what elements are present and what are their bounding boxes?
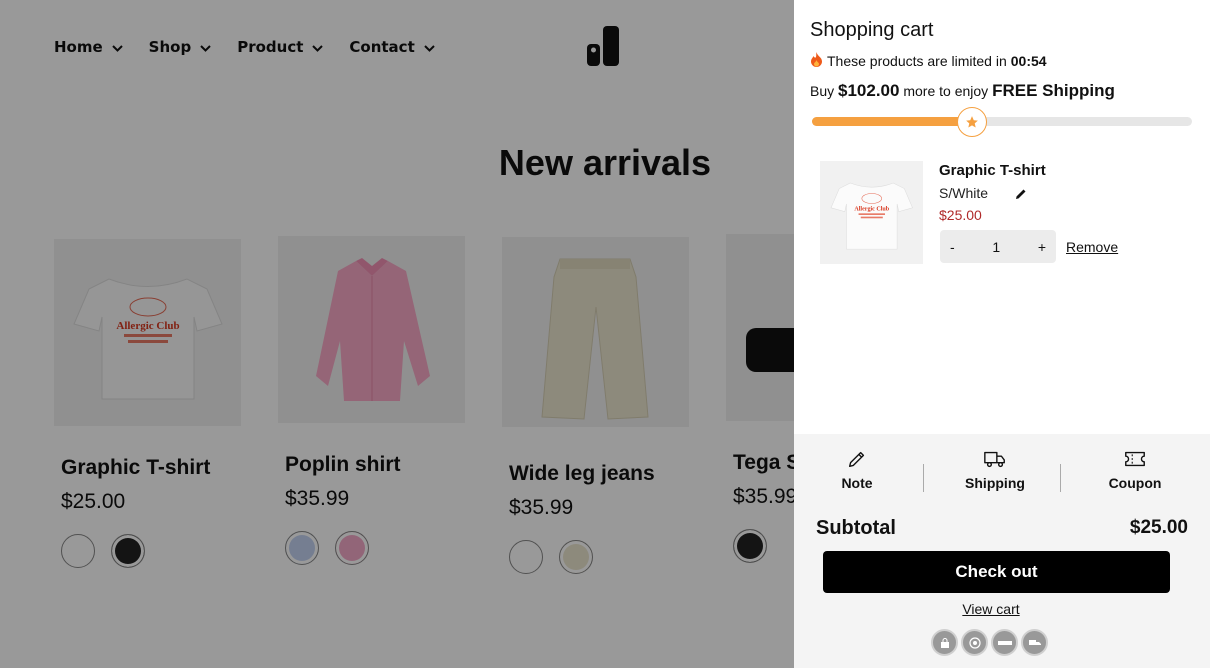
quantity-value[interactable]: 1 (992, 239, 1000, 255)
note-button[interactable]: Note (802, 448, 912, 491)
note-label: Note (841, 475, 873, 491)
cart-drawer: Shopping cart These products are limited… (794, 0, 1210, 668)
view-cart-link[interactable]: View cart (794, 601, 1188, 617)
divider (923, 464, 924, 492)
fire-icon (810, 52, 823, 70)
ticket-icon (1080, 448, 1190, 470)
free-shipping-badge-icon (1021, 629, 1048, 656)
svg-text:Allergic Club: Allergic Club (854, 207, 889, 213)
cart-footer: Note Shipping Coupon Subtotal $25.00 Che… (794, 434, 1210, 668)
page-overlay[interactable] (0, 0, 794, 668)
cart-item: Allergic Club Graphic T-shirt S/White $2… (820, 161, 1190, 265)
remaining-amount: $102.00 (838, 81, 900, 100)
buy-prefix: Buy (810, 83, 835, 99)
countdown-timer: 00:54 (1010, 53, 1047, 69)
trust-badges (931, 629, 1048, 656)
pencil-edit-icon[interactable] (1015, 187, 1027, 205)
truck-icon (940, 448, 1050, 470)
cart-item-name[interactable]: Graphic T-shirt (939, 162, 1046, 179)
subtotal-value: $25.00 (1129, 517, 1188, 538)
cart-item-variant: S/White (939, 185, 989, 201)
cart-title: Shopping cart (810, 19, 934, 41)
coupon-label: Coupon (1108, 475, 1162, 491)
buy-middle: more to enjoy (903, 83, 989, 99)
cart-item-image[interactable]: Allergic Club (820, 161, 923, 264)
pencil-icon (802, 448, 912, 470)
free-shipping-label: FREE Shipping (992, 81, 1115, 100)
guarantee-badge-icon (961, 629, 988, 656)
star-icon (956, 107, 987, 137)
limit-text: These products are limited in (827, 53, 1007, 69)
limited-stock-notice: These products are limited in 00:54 (810, 52, 1047, 70)
shipping-label: Shipping (965, 475, 1025, 491)
coupon-button[interactable]: Coupon (1080, 448, 1190, 491)
secure-lock-badge-icon (931, 629, 958, 656)
premium-badge-icon (991, 629, 1018, 656)
increase-quantity-button[interactable]: + (1038, 239, 1046, 255)
cart-item-price: $25.00 (939, 207, 982, 223)
cart-tools: Note Shipping Coupon (794, 448, 1210, 498)
shipping-button[interactable]: Shipping (940, 448, 1050, 491)
divider (1060, 464, 1061, 492)
shipping-progress-bar (812, 107, 1192, 137)
shipping-progress-fill (812, 117, 972, 126)
remove-item-link[interactable]: Remove (1066, 239, 1118, 255)
quantity-stepper: - 1 + (940, 230, 1056, 263)
decrease-quantity-button[interactable]: - (950, 239, 955, 255)
checkout-button[interactable]: Check out (823, 551, 1170, 593)
free-shipping-message: Buy $102.00 more to enjoy FREE Shipping (810, 81, 1115, 101)
subtotal-label: Subtotal (816, 517, 896, 539)
